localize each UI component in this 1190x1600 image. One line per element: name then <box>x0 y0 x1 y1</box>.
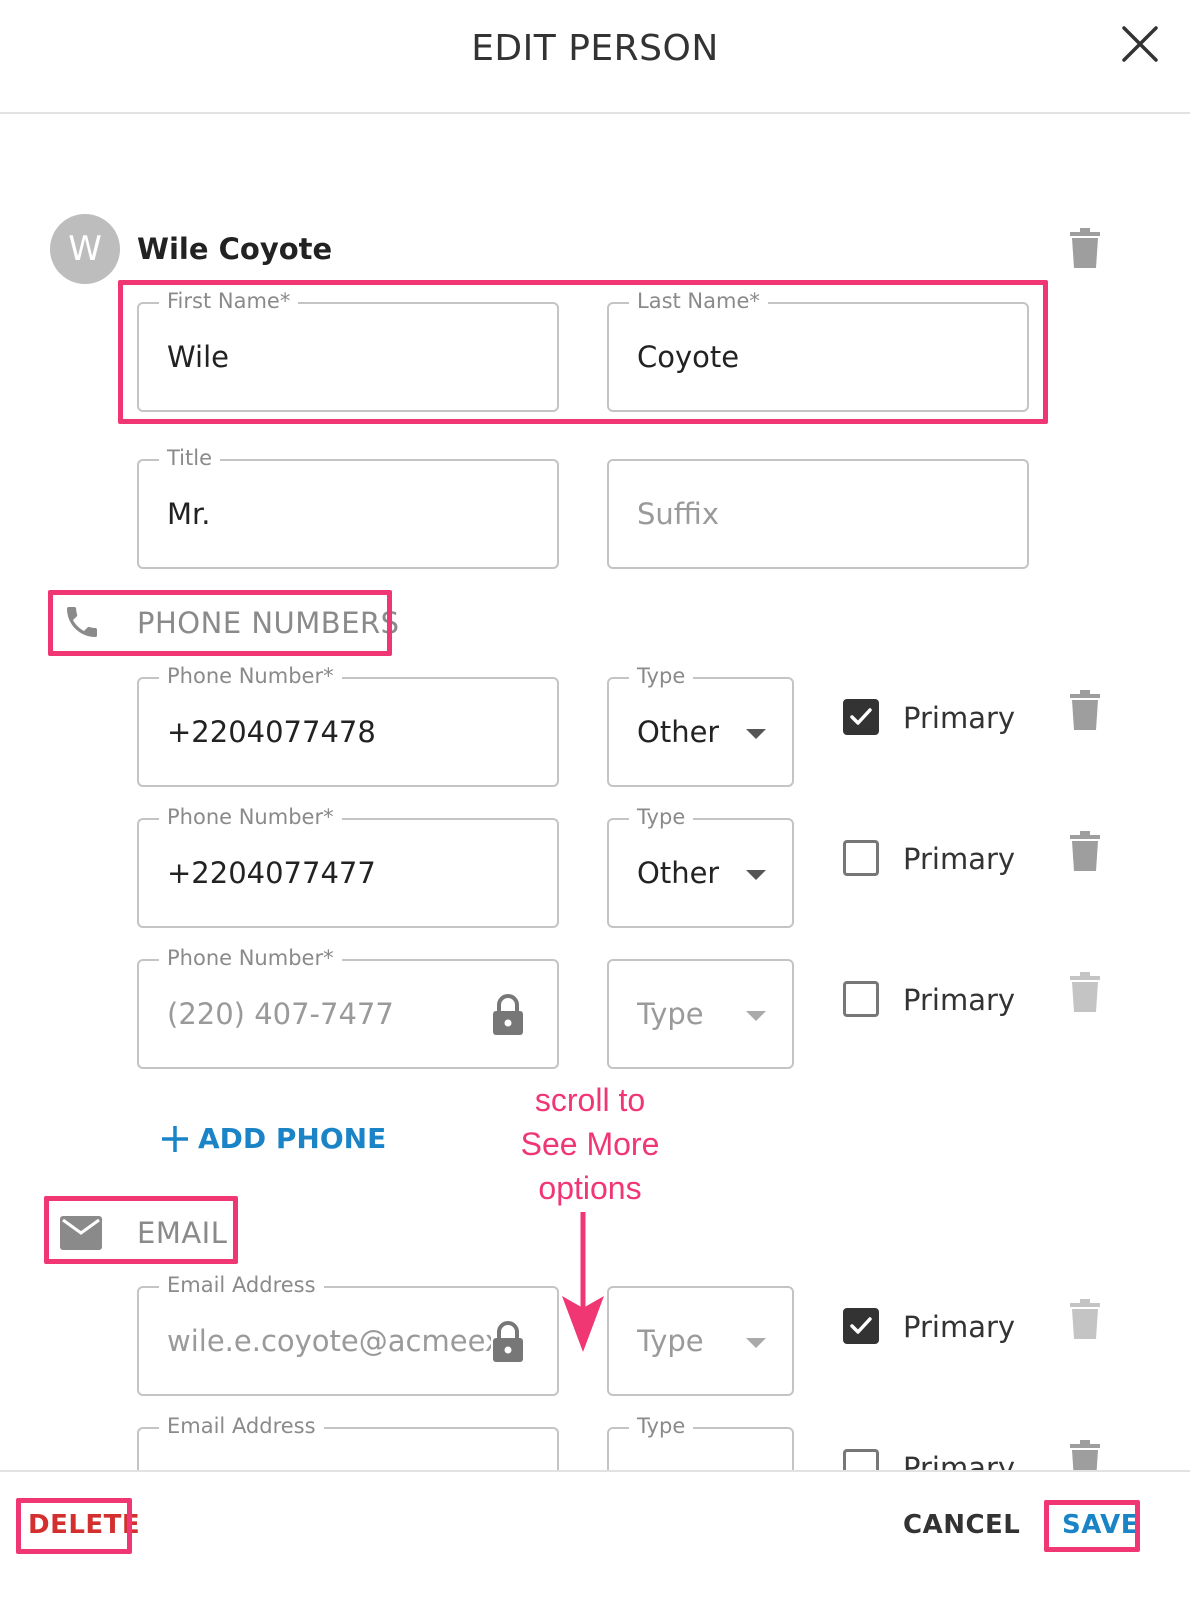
primary-checkbox-2[interactable] <box>843 840 879 876</box>
annotation-line-1: scroll to <box>534 1082 646 1118</box>
primary-label: Primary <box>903 842 1016 876</box>
required-mark: * <box>323 664 334 688</box>
arrow-down-icon <box>558 1212 608 1358</box>
phone-number-label: Phone Number <box>167 946 324 970</box>
phone-number-field-1[interactable]: Phone Number* +2204077478 <box>137 664 559 787</box>
chevron-down-icon <box>746 729 766 739</box>
first-name-label: First Name <box>167 289 280 313</box>
type-label: Type <box>629 1414 694 1438</box>
dialog-footer: DELETE CANCEL SAVE <box>0 1470 1190 1600</box>
trash-icon[interactable] <box>1070 972 1100 1012</box>
trash-icon[interactable] <box>1070 1299 1100 1339</box>
email-address-field-1[interactable]: Email Address wile.e.coyote@acmeexpl <box>137 1273 559 1396</box>
title-field[interactable]: Title Mr. <box>137 446 559 569</box>
suffix-field[interactable]: Suffix <box>607 459 1029 569</box>
required-mark: * <box>749 289 760 313</box>
dialog-title: EDIT PERSON <box>471 28 719 69</box>
primary-label: Primary <box>903 701 1016 735</box>
primary-checkbox-1[interactable] <box>843 699 879 735</box>
primary-label: Primary <box>903 983 1016 1017</box>
phone-type-value: Other <box>637 856 720 890</box>
required-mark: * <box>279 289 291 313</box>
person-name: Wile Coyote <box>137 232 333 266</box>
dialog-header: EDIT PERSON <box>0 0 1190 114</box>
email-address-label: Email Address <box>159 1414 324 1438</box>
primary-label: Primary <box>903 1310 1016 1344</box>
phone-number-value: +2204077478 <box>167 715 376 749</box>
email-type-select-1[interactable]: Type <box>607 1286 794 1396</box>
phone-icon <box>62 602 102 646</box>
title-value: Mr. <box>167 497 211 531</box>
phone-type-value: Other <box>637 715 720 749</box>
dialog-body[interactable]: W Wile Coyote First Name* Wile Last Name… <box>0 116 1190 1500</box>
check-icon <box>850 1317 872 1334</box>
annotation-line-2: See More <box>520 1126 660 1162</box>
required-mark: * <box>323 805 334 829</box>
cancel-button[interactable]: CANCEL <box>903 1510 1020 1540</box>
chevron-down-icon <box>746 1011 766 1021</box>
type-label: Type <box>629 664 694 688</box>
phone-type-select-2[interactable]: Type Other <box>607 805 794 928</box>
required-mark: * <box>323 946 334 970</box>
phone-number-label: Phone Number <box>167 805 324 829</box>
email-address-label: Email Address <box>159 1273 324 1297</box>
add-phone-button[interactable]: ADD PHONE <box>160 1122 386 1155</box>
scroll-annotation: scroll to See More options <box>480 1078 700 1210</box>
plus-icon <box>162 1125 188 1152</box>
email-type-placeholder: Type <box>637 1324 704 1358</box>
first-name-value: Wile <box>167 340 229 374</box>
primary-checkbox-3[interactable] <box>843 981 879 1017</box>
avatar: W <box>50 214 120 284</box>
type-label: Type <box>629 805 694 829</box>
email-primary-checkbox-1[interactable] <box>843 1308 879 1344</box>
phone-section-title: PHONE NUMBERS <box>137 606 400 640</box>
suffix-placeholder: Suffix <box>637 497 719 531</box>
delete-person-trash-icon[interactable] <box>1070 228 1100 268</box>
phone-type-select-1[interactable]: Type Other <box>607 664 794 787</box>
trash-icon[interactable] <box>1070 831 1100 871</box>
last-name-field[interactable]: Last Name* Coyote <box>607 289 1029 412</box>
chevron-down-icon <box>746 1338 766 1348</box>
chevron-down-icon <box>746 870 766 880</box>
annotation-line-3: options <box>538 1170 642 1206</box>
add-phone-label: ADD PHONE <box>198 1122 387 1155</box>
phone-number-field-3[interactable]: Phone Number* (220) 407-7477 <box>137 946 559 1069</box>
phone-number-field-2[interactable]: Phone Number* +2204077477 <box>137 805 559 928</box>
save-button[interactable]: SAVE <box>1062 1510 1139 1540</box>
title-label: Title <box>159 446 221 470</box>
phone-type-placeholder: Type <box>637 997 704 1031</box>
last-name-label: Last Name <box>637 289 750 313</box>
email-section-title: EMAIL <box>137 1216 228 1250</box>
mail-icon <box>60 1216 102 1254</box>
first-name-field[interactable]: First Name* Wile <box>137 289 559 412</box>
phone-number-label: Phone Number <box>167 664 324 688</box>
close-icon[interactable] <box>1118 22 1162 66</box>
email-address-value: wile.e.coyote@acmeexpl <box>167 1324 491 1358</box>
check-icon <box>850 708 872 725</box>
delete-button[interactable]: DELETE <box>28 1510 140 1540</box>
last-name-value: Coyote <box>637 340 740 374</box>
phone-number-value: +2204077477 <box>167 856 376 890</box>
trash-icon[interactable] <box>1070 690 1100 730</box>
phone-type-select-3[interactable]: Type <box>607 959 794 1069</box>
lock-icon <box>491 993 525 1037</box>
phone-number-value: (220) 407-7477 <box>167 997 394 1031</box>
lock-icon <box>491 1320 525 1364</box>
